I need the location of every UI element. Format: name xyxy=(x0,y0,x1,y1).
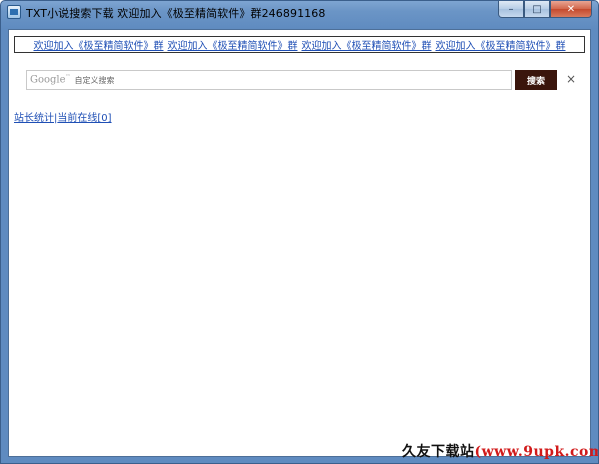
watermark-url: (www.9upk.com) xyxy=(474,444,599,460)
app-icon xyxy=(7,5,21,19)
minimize-icon: – xyxy=(508,3,514,15)
title-bar[interactable]: TXT小说搜索下载 欢迎加入《极至精简软件》群246891168 – □ ✕ xyxy=(1,1,598,23)
site-stats-link[interactable]: 站长统计 xyxy=(14,113,54,124)
app-window: TXT小说搜索下载 欢迎加入《极至精简软件》群246891168 – □ ✕ 欢… xyxy=(0,0,599,464)
window-title: TXT小说搜索下载 欢迎加入《极至精简软件》群246891168 xyxy=(26,7,326,20)
banner-link[interactable]: 欢迎加入《极至精简软件》群 xyxy=(168,37,298,52)
browser-content: 欢迎加入《极至精简软件》群 欢迎加入《极至精简软件》群 欢迎加入《极至精简软件》… xyxy=(8,29,591,457)
google-logo: Google™ xyxy=(30,74,71,86)
search-row: Google™ 自定义搜索 搜索 × xyxy=(26,70,586,90)
clear-icon[interactable]: × xyxy=(566,72,576,86)
minimize-button[interactable]: – xyxy=(498,1,524,18)
stats-row: 站长统计|当前在线[0] xyxy=(14,109,112,124)
maximize-button[interactable]: □ xyxy=(524,1,550,18)
search-input[interactable]: Google™ 自定义搜索 xyxy=(26,70,512,90)
banner-link[interactable]: 欢迎加入《极至精简软件》群 xyxy=(34,37,164,52)
watermark-text: 久友下载站 xyxy=(402,444,475,460)
banner-link[interactable]: 欢迎加入《极至精简软件》群 xyxy=(302,37,432,52)
close-icon: ✕ xyxy=(566,3,576,15)
online-count-link[interactable]: 当前在线[0] xyxy=(57,113,111,124)
banner-link[interactable]: 欢迎加入《极至精简软件》群 xyxy=(436,37,566,52)
close-button[interactable]: ✕ xyxy=(550,1,592,18)
watermark: 久友下载站(www.9upk.com) xyxy=(402,441,599,461)
search-button[interactable]: 搜索 xyxy=(515,70,557,90)
banner-box: 欢迎加入《极至精简软件》群 欢迎加入《极至精简软件》群 欢迎加入《极至精简软件》… xyxy=(14,36,585,53)
maximize-icon: □ xyxy=(532,3,542,15)
search-placeholder: 自定义搜索 xyxy=(74,75,115,85)
caption-buttons: – □ ✕ xyxy=(498,1,592,19)
